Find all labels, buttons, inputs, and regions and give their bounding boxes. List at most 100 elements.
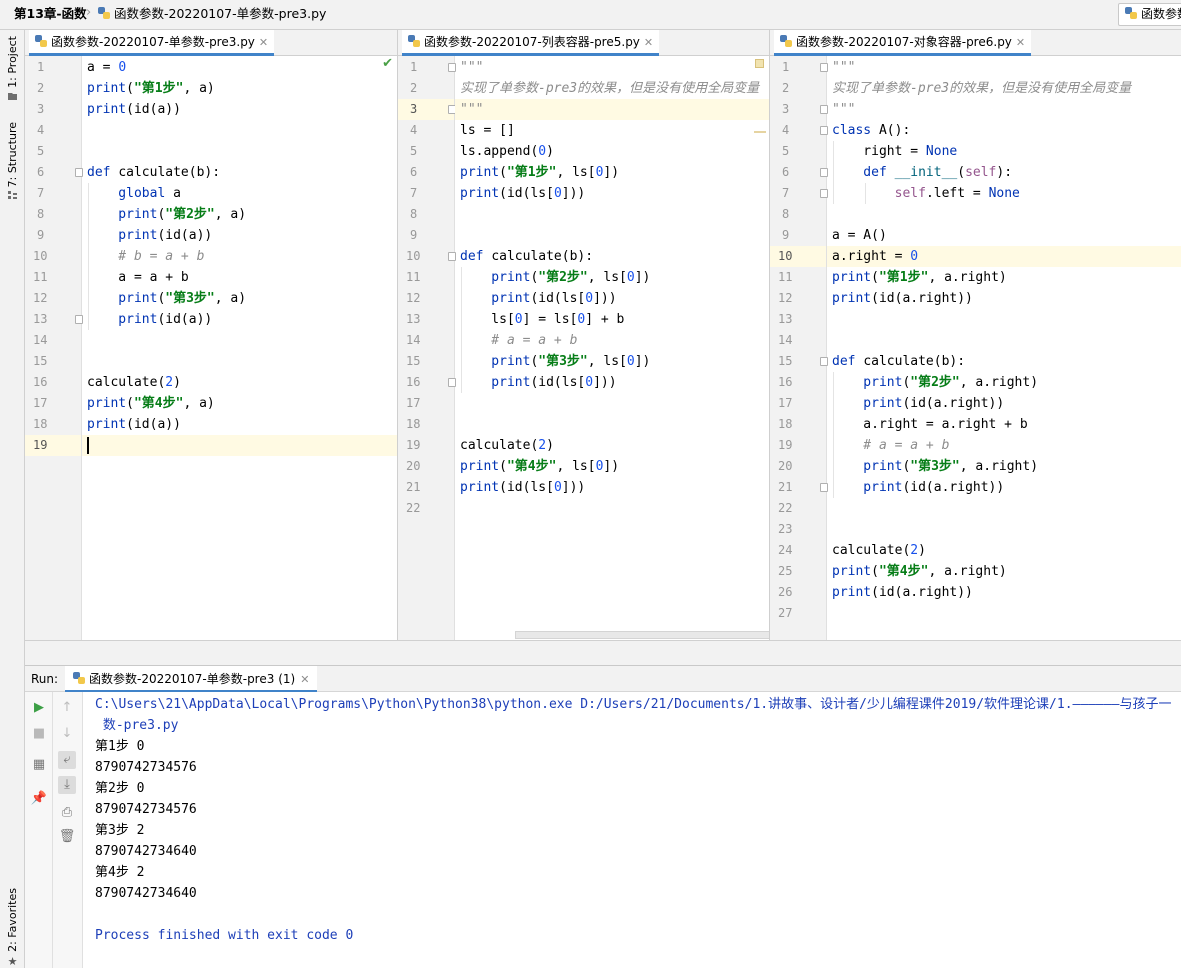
line-number[interactable]: 15 [406,351,420,372]
code-line[interactable]: a.right = 0 [827,246,1181,267]
code-line[interactable] [455,204,769,225]
code-line[interactable]: print(id(ls[0])) [455,288,769,309]
line-number[interactable]: 26 [778,582,792,603]
close-icon[interactable]: ✕ [1016,36,1025,49]
line-number[interactable]: 9 [410,225,417,246]
code-line[interactable]: print(id(a)) [82,414,397,435]
scroll-to-end-button[interactable]: ⤓ [58,776,76,794]
stop-button[interactable]: ■ [30,725,48,743]
code-line[interactable]: """ [455,99,769,120]
code-line[interactable] [455,225,769,246]
code-line[interactable]: calculate(2) [455,435,769,456]
layout-button[interactable]: ▦ [30,756,48,774]
line-number[interactable]: 8 [37,204,44,225]
breadcrumb-file[interactable]: 函数参数-20220107-单参数-pre3.py [98,0,326,28]
code-line[interactable]: """ [827,57,1181,78]
code-line[interactable]: ls.append(0) [455,141,769,162]
line-number[interactable]: 21 [778,477,792,498]
code-line[interactable] [455,414,769,435]
code-line[interactable]: print(id(a.right)) [827,477,1181,498]
code-line[interactable] [827,204,1181,225]
close-icon[interactable]: ✕ [259,36,268,49]
code-line[interactable]: class A(): [827,120,1181,141]
editor-pane-pre3[interactable]: 函数参数-20220107-单参数-pre3.py ✕ 1 2 3 4 5 6 7 8 9 10 11… [25,30,397,665]
line-number[interactable]: 20 [406,456,420,477]
close-icon[interactable]: ✕ [300,673,309,686]
code-line[interactable]: print("第4步", a.right) [827,561,1181,582]
line-number[interactable]: 15 [778,351,792,372]
line-number[interactable]: 5 [37,141,44,162]
line-number[interactable]: 3 [782,99,789,120]
code-line[interactable]: calculate(2) [827,540,1181,561]
line-number[interactable]: 9 [37,225,44,246]
code-line[interactable]: print(id(a.right)) [827,582,1181,603]
line-number[interactable]: 16 [778,372,792,393]
code-line[interactable]: # a = a + b [827,435,1181,456]
code-line[interactable]: def calculate(b): [827,351,1181,372]
code-line[interactable]: print("第1步", ls[0]) [455,162,769,183]
code-line[interactable]: print("第1步", a) [82,78,397,99]
line-number[interactable]: 17 [33,393,47,414]
code-line[interactable]: print("第2步", a.right) [827,372,1181,393]
line-number[interactable]: 25 [778,561,792,582]
line-number[interactable]: 4 [37,120,44,141]
code-line[interactable]: # b = a + b [82,246,397,267]
code-line[interactable] [455,498,769,519]
line-number[interactable]: 10 [33,246,47,267]
editor-tab-pre5[interactable]: 函数参数-20220107-列表容器-pre5.py ✕ [402,30,660,56]
code-area[interactable]: ✔ a = 0 print("第1步", a) print(id(a)) def ca… [82,56,397,665]
line-number[interactable]: 21 [406,477,420,498]
line-number[interactable]: 6 [410,162,417,183]
pin-button[interactable]: 📌 [30,790,48,808]
code-line[interactable]: def __init__(self): [827,162,1181,183]
line-number[interactable]: 7 [782,183,789,204]
line-number[interactable]: 20 [778,456,792,477]
code-line[interactable] [455,393,769,414]
soft-wrap-button[interactable]: ⤶ [58,751,76,769]
print-button[interactable]: ⎙ [58,804,76,822]
run-configuration-dropdown[interactable]: 函数参数 [1118,3,1181,26]
code-line[interactable]: print("第3步", ls[0]) [455,351,769,372]
code-line[interactable] [827,519,1181,540]
code-line[interactable]: print(id(ls[0])) [455,477,769,498]
line-number[interactable]: 17 [778,393,792,414]
scroll-up-button[interactable]: ↑ [58,699,76,717]
code-line[interactable]: print(id(ls[0])) [455,372,769,393]
editor-tab-pre6[interactable]: 函数参数-20220107-对象容器-pre6.py ✕ [774,30,1032,56]
code-line[interactable]: a = A() [827,225,1181,246]
run-tab[interactable]: 函数参数-20220107-单参数-pre3 (1) ✕ [65,666,318,693]
code-line[interactable]: # a = a + b [455,330,769,351]
line-number[interactable]: 22 [778,498,792,519]
line-number[interactable]: 2 [37,78,44,99]
line-number[interactable]: 14 [406,330,420,351]
code-line[interactable] [827,498,1181,519]
code-line[interactable] [82,330,397,351]
code-line[interactable]: a = a + b [82,267,397,288]
code-line[interactable]: right = None [827,141,1181,162]
line-number[interactable]: 8 [782,204,789,225]
code-line[interactable]: print("第3步", a) [82,288,397,309]
line-number[interactable]: 1 [410,57,417,78]
code-line[interactable]: print(id(a)) [82,225,397,246]
code-area[interactable]: """ 实现了单参数-pre3的效果，但是没有使用全局变量 """ ls = [] ls… [455,56,769,665]
code-line[interactable]: print("第2步", a) [82,204,397,225]
line-number[interactable]: 15 [33,351,47,372]
code-line[interactable]: """ [827,99,1181,120]
code-line[interactable]: print(id(a)) [82,99,397,120]
line-number[interactable]: 7 [410,183,417,204]
horizontal-scrollbar[interactable] [515,631,769,639]
code-line[interactable]: a = 0 [82,57,397,78]
line-number[interactable]: 13 [778,309,792,330]
line-number[interactable]: 7 [37,183,44,204]
code-line[interactable] [827,309,1181,330]
line-number[interactable]: 5 [410,141,417,162]
code-line[interactable]: print("第4步", ls[0]) [455,456,769,477]
line-number[interactable]: 19 [33,435,47,456]
code-line[interactable] [82,141,397,162]
editor-pane-pre5[interactable]: 函数参数-20220107-列表容器-pre5.py ✕ 1 2 3 4 5 6 7 8 9 10 1… [398,30,769,665]
scroll-down-button[interactable]: ↓ [58,725,76,743]
code-line[interactable]: def calculate(b): [82,162,397,183]
code-line[interactable]: global a [82,183,397,204]
line-number[interactable]: 4 [782,120,789,141]
code-line[interactable] [827,603,1181,624]
